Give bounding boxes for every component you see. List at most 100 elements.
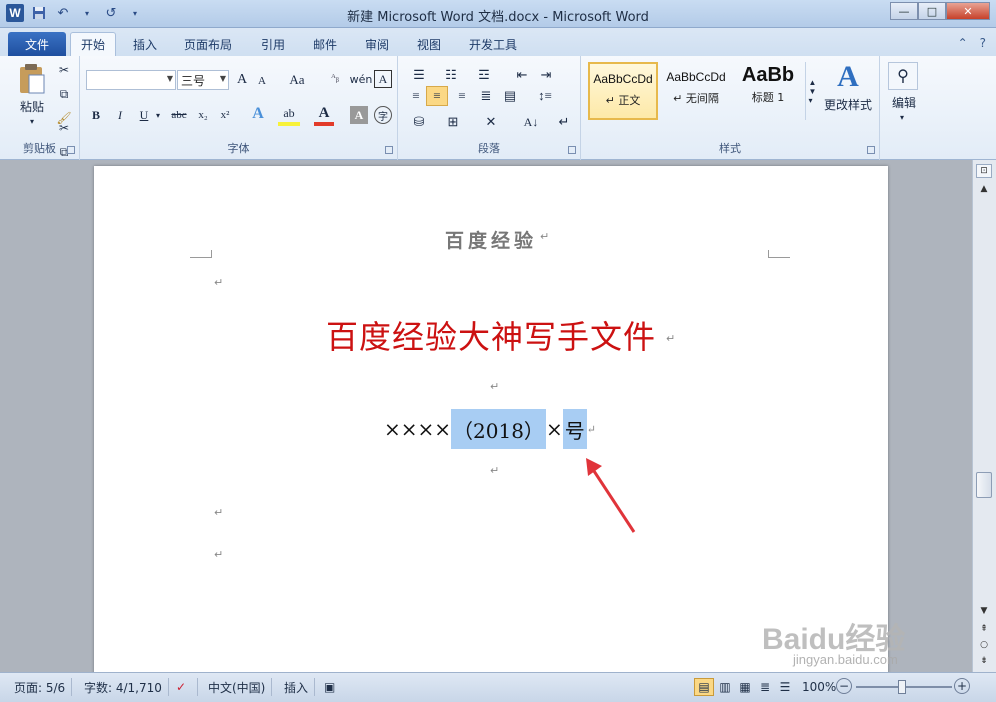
zoom-out-button[interactable]: − (836, 678, 852, 694)
strikethrough-button[interactable]: abc (168, 106, 190, 124)
change-styles-icon[interactable]: A (823, 60, 873, 94)
font-launcher-icon[interactable] (385, 146, 393, 154)
copy-icon-top[interactable]: ⧉ (56, 86, 72, 102)
page-count[interactable]: 页面: 5/6 (8, 678, 73, 696)
zoom-slider-thumb[interactable] (898, 680, 906, 694)
doc-number-prefix[interactable]: ×××× (384, 417, 451, 441)
show-marks-icon[interactable]: ↵ (554, 112, 574, 132)
red-heading[interactable]: 百度经验大神写手文件 (94, 312, 888, 358)
help-icon[interactable]: ? (980, 36, 986, 50)
italic-button[interactable]: I (112, 106, 128, 124)
doc-number-suffix-selected[interactable]: 号 (562, 409, 587, 449)
editing-button[interactable]: 编辑 (884, 94, 924, 110)
draft-view-icon[interactable]: ☰ (776, 678, 794, 696)
print-layout-view-icon[interactable]: ▤ (694, 678, 714, 696)
distributed-icon[interactable]: ▤ (500, 86, 520, 106)
editing-dropdown-icon[interactable]: ▾ (896, 112, 908, 122)
align-left-icon[interactable]: ≡ (406, 86, 426, 106)
document-page[interactable]: 百度经验 ↵ ↵ 百度经验大神写手文件 ↵ ↵ ×××× （2018） × 号 … (94, 166, 888, 672)
increase-indent-icon[interactable]: ⇥ (536, 66, 556, 84)
web-layout-icon[interactable]: ▦ (736, 678, 754, 696)
close-button[interactable]: ✕ (946, 2, 990, 20)
tab-page-layout[interactable]: 页面布局 (174, 32, 242, 56)
collapse-ribbon-icon[interactable]: ⌃ (958, 36, 968, 50)
tab-references[interactable]: 引用 (251, 32, 295, 56)
bold-button[interactable]: B (88, 106, 104, 124)
line-spacing-icon[interactable]: ↕≡ (532, 86, 558, 106)
outline-view-icon[interactable]: ≣ (756, 678, 774, 696)
doc-number-middle[interactable]: × (546, 417, 563, 441)
clear-format-icon[interactable]: ᴬᵦ (324, 68, 346, 88)
styles-scroll-icon[interactable]: ▲ ▼ ▾ (805, 62, 819, 120)
word-count[interactable]: 字数: 4/1,710 (78, 678, 169, 696)
shading-icon[interactable]: ⛁ (406, 112, 432, 132)
tab-insert[interactable]: 插入 (123, 32, 167, 56)
text-effects-icon[interactable]: A (248, 104, 268, 124)
scroll-up-icon[interactable]: ▲ (976, 182, 992, 196)
tab-developer[interactable]: 开发工具 (459, 32, 527, 56)
next-page-icon[interactable]: ⇟ (976, 654, 992, 668)
style-no-spacing[interactable]: AaBbCcDd ↵ 无间隔 (661, 62, 731, 120)
chevron-down-icon[interactable]: ▼ (220, 74, 226, 83)
align-center-icon[interactable]: ≡ (426, 86, 448, 106)
paste-button[interactable]: 粘贴 (14, 98, 50, 114)
maximize-button[interactable]: □ (918, 2, 946, 20)
highlight-color-icon[interactable]: ab (278, 104, 300, 126)
numbering-icon[interactable]: ☷ (440, 66, 462, 84)
previous-page-icon[interactable]: ⇞ (976, 622, 992, 636)
macro-record-icon[interactable]: ▣ (318, 678, 346, 696)
minimize-button[interactable]: — (890, 2, 918, 20)
paste-dropdown-icon[interactable]: ▾ (26, 116, 38, 126)
superscript-button[interactable]: x² (216, 106, 234, 124)
cut-icon-top[interactable]: ✂ (56, 62, 72, 78)
bullets-icon[interactable]: ☰ (408, 66, 430, 84)
justify-icon[interactable]: ≣ (476, 86, 496, 106)
subscript-button[interactable]: x₂ (194, 106, 212, 124)
proofing-icon[interactable]: ✓ (170, 678, 198, 696)
document-number-line[interactable]: ×××× （2018） × 号 ↵ (384, 409, 596, 449)
chevron-down-icon[interactable]: ▼ (167, 74, 173, 83)
browse-object-icon[interactable]: ○ (976, 638, 992, 652)
tab-mailings[interactable]: 邮件 (303, 32, 347, 56)
grow-font-icon[interactable]: A (233, 70, 251, 90)
format-painter-icon[interactable]: 🖌 (56, 110, 72, 126)
paste-icon[interactable] (14, 62, 50, 96)
enclose-characters-icon[interactable]: 字 (374, 106, 392, 124)
chinese-layout-icon[interactable]: ✕ (478, 112, 504, 132)
font-size-combo[interactable]: 三号 ▼ (177, 70, 229, 90)
character-shading-icon[interactable]: A (350, 106, 368, 124)
scroll-down-icon[interactable]: ▼ (976, 604, 992, 618)
paragraph-launcher-icon[interactable] (568, 146, 576, 154)
insert-mode[interactable]: 插入 (278, 678, 316, 696)
align-right-icon[interactable]: ≡ (452, 86, 472, 106)
tab-home[interactable]: 开始 (70, 32, 117, 56)
underline-button[interactable]: U (136, 106, 152, 124)
clipboard-launcher-icon[interactable] (67, 146, 75, 154)
sort-icon[interactable]: A↓ (520, 112, 542, 132)
vertical-scrollbar[interactable]: ⊡ ▲ ▼ ⇞ ○ ⇟ (972, 160, 996, 672)
doc-number-year-selected[interactable]: （2018） (451, 409, 546, 449)
shrink-font-icon[interactable]: A (254, 72, 270, 90)
font-color-icon[interactable]: A (314, 104, 334, 126)
borders-icon[interactable]: ⊞ (440, 112, 466, 132)
tab-file[interactable]: 文件 (8, 32, 66, 56)
tab-review[interactable]: 审阅 (355, 32, 399, 56)
scrollbar-thumb[interactable] (976, 472, 992, 498)
zoom-in-button[interactable]: + (954, 678, 970, 694)
find-binoculars-icon[interactable]: ⚲ (888, 62, 918, 90)
full-screen-reading-icon[interactable]: ▥ (716, 678, 734, 696)
language-indicator[interactable]: 中文(中国) (202, 678, 273, 696)
pinyin-guide-icon[interactable]: wén (350, 68, 373, 90)
styles-launcher-icon[interactable] (867, 146, 875, 154)
character-border-icon[interactable]: A (374, 70, 392, 88)
style-normal[interactable]: AaBbCcDd ↵ 正文 (588, 62, 658, 120)
style-heading-1[interactable]: AaBb 标题 1 (733, 62, 803, 120)
change-case-icon[interactable]: Aa (284, 70, 310, 90)
underline-dropdown-icon[interactable]: ▾ (154, 108, 162, 122)
page-header-text[interactable]: 百度经验 (94, 226, 888, 253)
ruler-toggle-icon[interactable]: ⊡ (976, 164, 992, 178)
decrease-indent-icon[interactable]: ⇤ (512, 66, 532, 84)
font-name-combo[interactable]: ▼ (86, 70, 176, 90)
tab-view[interactable]: 视图 (407, 32, 451, 56)
change-styles-button[interactable]: 更改样式 (819, 96, 877, 112)
